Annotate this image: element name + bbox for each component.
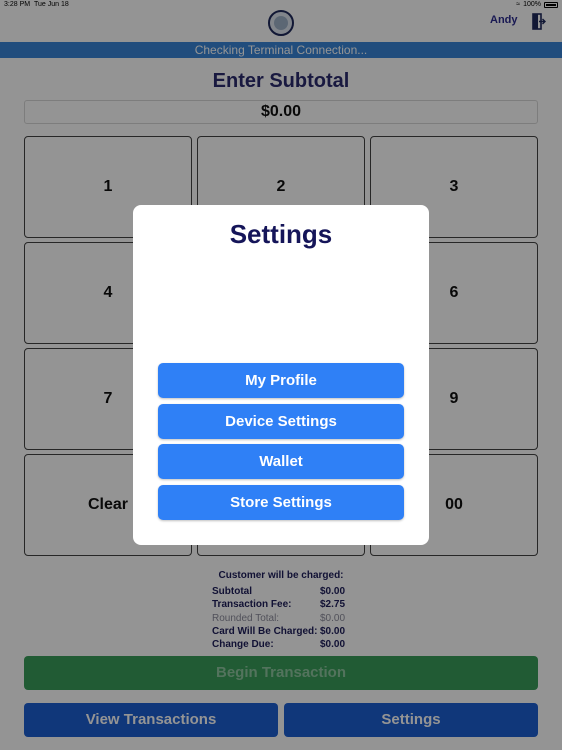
- wallet-button[interactable]: Wallet: [158, 444, 404, 479]
- settings-modal: Settings My Profile Device Settings Wall…: [133, 205, 429, 545]
- store-settings-button[interactable]: Store Settings: [158, 485, 404, 520]
- my-profile-button[interactable]: My Profile: [158, 363, 404, 398]
- device-settings-button[interactable]: Device Settings: [158, 404, 404, 439]
- modal-title: Settings: [229, 219, 333, 249]
